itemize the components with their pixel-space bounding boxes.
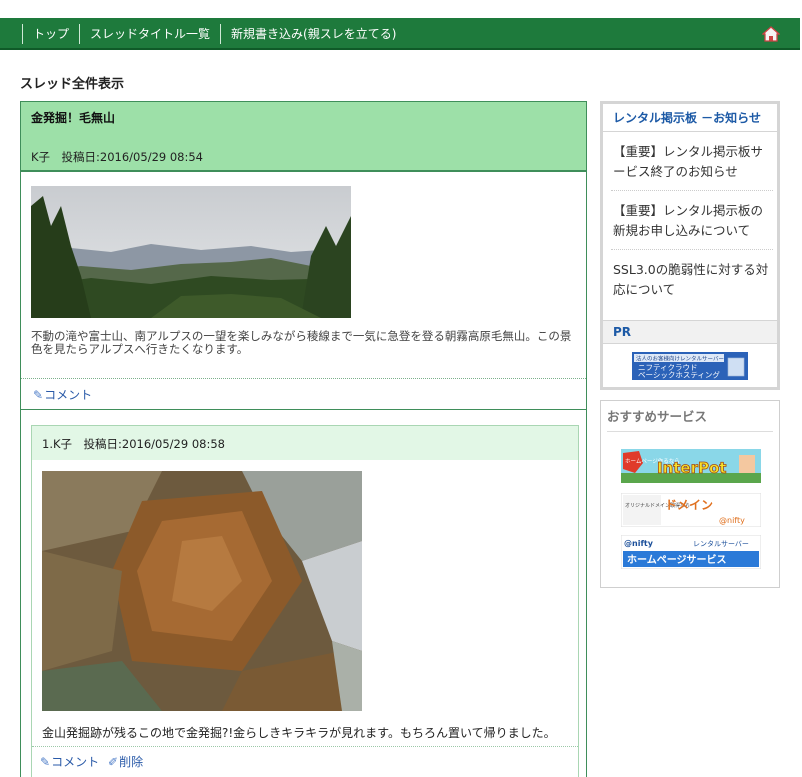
- thread-meta: K子 投稿日:2016/05/29 08:54: [31, 150, 203, 164]
- page-title: スレッド全件表示: [20, 77, 125, 92]
- notice-item[interactable]: SSL3.0の脆弱性に対する対応について: [611, 250, 773, 308]
- mountain-landscape-photo: [31, 186, 351, 318]
- top-navigation-bar: トップ スレッドタイトル一覧 新規書き込み(親スレを立てる): [0, 18, 800, 50]
- homepage-name: ホームページサービス: [627, 553, 727, 566]
- thread-panel: 金発掘！毛無山 K子 投稿日:2016/05/29 08:54 不動の滝や富士山…: [20, 101, 587, 777]
- comment-label: コメント: [51, 755, 100, 769]
- notice-item[interactable]: 【重要】レンタル掲示板の新規お申し込みについて: [611, 191, 773, 250]
- thread-title: 金発掘！毛無山: [31, 111, 116, 125]
- gold-ore-rock-photo: [42, 471, 362, 711]
- interpot-banner[interactable]: ホームページ作るなら InterPot: [621, 449, 761, 483]
- notice-box: レンタル掲示板 －お知らせ 【重要】レンタル掲示板サービス終了のお知らせ 【重要…: [600, 101, 780, 390]
- eraser-icon: ✐: [108, 755, 119, 769]
- delete-label: 削除: [119, 755, 144, 769]
- reply-meta: 1.K子 投稿日:2016/05/29 08:58: [42, 437, 225, 451]
- homepage-top-right: レンタルサーバー: [693, 539, 749, 548]
- interpot-name: InterPot: [657, 459, 726, 477]
- thread-header: 金発掘！毛無山 K子 投稿日:2016/05/29 08:54: [21, 102, 586, 172]
- nav-thread-list-link[interactable]: スレッドタイトル一覧: [79, 24, 220, 44]
- homepage-top-left: @nifty: [624, 539, 654, 548]
- recommended-services-title: おすすめサービス: [607, 406, 773, 432]
- sidebar: レンタル掲示板 －お知らせ 【重要】レンタル掲示板サービス終了のお知らせ 【重要…: [600, 101, 780, 390]
- nav-new-post-link[interactable]: 新規書き込み(親スレを立てる): [220, 24, 406, 44]
- reply-post: 1.K子 投稿日:2016/05/29 08:58 金山発掘跡が残るこの地で金発…: [31, 425, 579, 777]
- domain-banner[interactable]: オリジナルドメイン取得なら ドメイン @nifty: [621, 493, 761, 527]
- reply-comment-link[interactable]: ✎コメント: [40, 753, 99, 770]
- recommended-services-box: おすすめサービス ホームページ作るなら InterPot オリジナルドメイン取得…: [600, 400, 780, 588]
- reply-actions: ✎コメント ✐削除: [32, 746, 578, 776]
- nav-top-link[interactable]: トップ: [22, 24, 79, 44]
- nav-menu: トップ スレッドタイトル一覧 新規書き込み(親スレを立てる): [22, 24, 406, 44]
- home-icon[interactable]: [762, 25, 780, 43]
- domain-sub: @nifty: [719, 516, 745, 525]
- pencil-icon: ✎: [33, 388, 44, 402]
- pr-banner-line1: 法人のお客様向けレンタルサーバー: [636, 355, 724, 363]
- pr-banner-line3: ベーシックホスティング: [638, 370, 720, 380]
- thread-post-body: 不動の滝や富士山、南アルプスの一望を楽しみながら稜線まで一気に急登を登る朝霧高原…: [21, 172, 586, 378]
- domain-name: ドメイン: [665, 498, 713, 512]
- reply-header: 1.K子 投稿日:2016/05/29 08:58: [32, 426, 578, 460]
- reply-text: 金山発掘跡が残るこの地で金発掘?!金らしきキラキラが見れます。もちろん置いて帰り…: [42, 726, 556, 740]
- thread-post-text: 不動の滝や富士山、南アルプスの一望を楽しみながら稜線まで一気に急登を登る朝霧高原…: [31, 329, 572, 356]
- reply-delete-link[interactable]: ✐削除: [108, 753, 143, 770]
- homepage-service-banner[interactable]: @nifty レンタルサーバー ホームページサービス: [621, 535, 761, 569]
- comment-label: コメント: [44, 388, 93, 402]
- notice-title: レンタル掲示板 －お知らせ: [603, 104, 777, 132]
- pencil-icon: ✎: [40, 755, 51, 769]
- thread-comment-link[interactable]: ✎コメント: [33, 386, 92, 403]
- notice-item[interactable]: 【重要】レンタル掲示板サービス終了のお知らせ: [611, 132, 773, 191]
- thread-comment-bar: ✎コメント: [21, 378, 586, 410]
- basic-hosting-banner[interactable]: 法人のお客様向けレンタルサーバー ニフティクラウド ベーシックホスティング: [632, 352, 748, 380]
- pr-label: PR: [603, 320, 777, 344]
